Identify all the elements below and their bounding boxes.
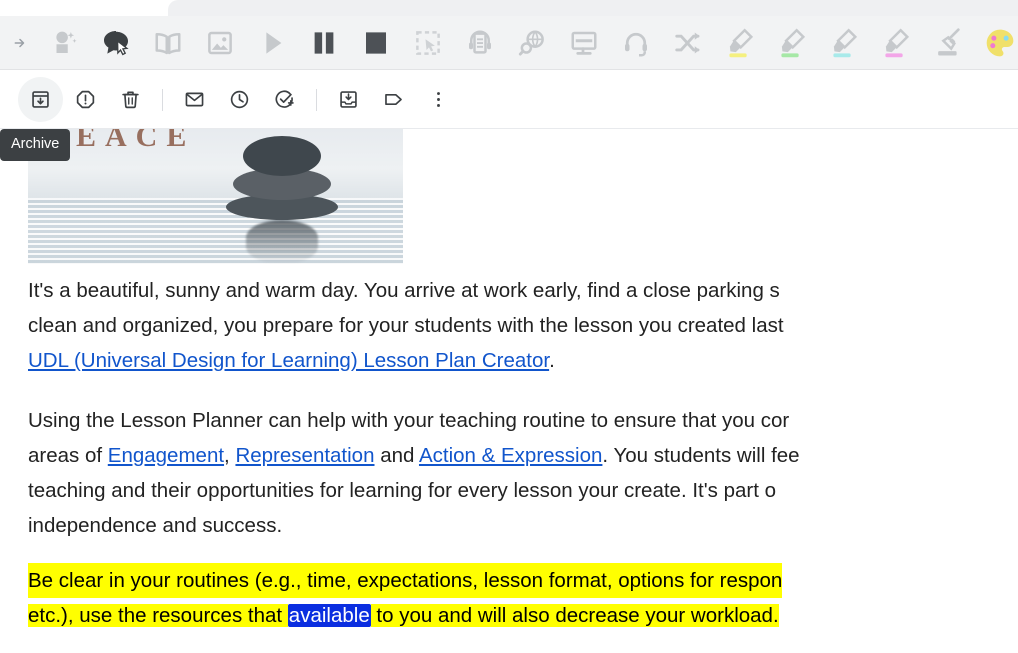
peace-overlay-text: EACE xyxy=(76,129,196,153)
play-icon[interactable] xyxy=(246,18,298,68)
picture-dictionary-icon[interactable] xyxy=(194,18,246,68)
screen-mask-icon[interactable] xyxy=(558,18,610,68)
paragraph-intro: It's a beautiful, sunny and warm day. Yo… xyxy=(28,273,1018,378)
archive-button[interactable] xyxy=(18,77,63,122)
paragraph-lesson-planner: Using the Lesson Planner can help with y… xyxy=(28,403,1018,543)
stop-icon[interactable] xyxy=(350,18,402,68)
paragraph-highlighted-routines: Be clear in your routines (e.g., time, e… xyxy=(28,563,1018,633)
headset-icon[interactable] xyxy=(610,18,662,68)
representation-link[interactable]: Representation xyxy=(235,444,374,467)
shuffle-arrows-icon[interactable] xyxy=(662,18,714,68)
highlighter-pen-icon[interactable] xyxy=(714,18,766,68)
toolbar-separator xyxy=(316,88,317,111)
highlighter-pen-icon[interactable] xyxy=(870,18,922,68)
report-spam-button[interactable] xyxy=(63,77,108,122)
delete-button[interactable] xyxy=(108,77,153,122)
text-line: areas of Engagement, Representation and … xyxy=(28,444,800,467)
text-line: Be clear in your routines (e.g., time, e… xyxy=(28,563,1018,598)
water-ripples xyxy=(28,198,403,264)
yellow-highlight: etc.), use the resources that xyxy=(28,604,288,627)
magic-prediction-icon[interactable] xyxy=(38,18,90,68)
color-palette-icon[interactable] xyxy=(974,18,1018,68)
arrow-right-icon[interactable] xyxy=(2,18,38,68)
move-to-button[interactable] xyxy=(326,77,371,122)
archive-tooltip: Archive xyxy=(0,129,71,161)
yellow-highlight: Be clear in your routines (e.g., time, e… xyxy=(28,563,783,598)
highlighter-pen-icon[interactable] xyxy=(818,18,870,68)
open-book-icon[interactable] xyxy=(142,18,194,68)
page-top-strip xyxy=(0,0,168,16)
text-line: etc.), use the resources that available … xyxy=(28,598,1018,633)
text-line: UDL (Universal Design for Learning) Less… xyxy=(28,343,1018,378)
eraser-brush-icon[interactable] xyxy=(922,18,974,68)
speech-bubble-cursor-icon[interactable] xyxy=(90,18,142,68)
text-line: clean and organized, you prepare for you… xyxy=(28,314,784,337)
engagement-link[interactable]: Engagement xyxy=(108,444,224,467)
zen-stone-top xyxy=(243,136,321,176)
udl-lesson-plan-creator-link[interactable]: UDL (Universal Design for Learning) Less… xyxy=(28,349,549,372)
toolbar-separator xyxy=(162,88,163,111)
text-line: It's a beautiful, sunny and warm day. Yo… xyxy=(28,279,780,302)
message-action-toolbar xyxy=(0,71,1018,129)
highlighter-pen-icon[interactable] xyxy=(766,18,818,68)
message-body: EACE It's a beautiful, sunny and warm da… xyxy=(0,129,1018,653)
selected-word[interactable]: available xyxy=(287,604,371,627)
more-options-button[interactable] xyxy=(416,77,461,122)
labels-button[interactable] xyxy=(371,77,416,122)
text-line: teaching and their opportunities for lea… xyxy=(28,479,777,502)
yellow-highlight: to you and will also decrease your workl… xyxy=(370,604,779,627)
snooze-button[interactable] xyxy=(217,77,262,122)
screenshot-marquee-icon[interactable] xyxy=(402,18,454,68)
read-write-toolbar xyxy=(0,16,1018,70)
globe-magnifier-icon[interactable] xyxy=(506,18,558,68)
document-headphones-icon[interactable] xyxy=(454,18,506,68)
app-root: Archive EACE It's a beautiful, sunny and… xyxy=(0,0,1018,653)
add-to-tasks-button[interactable] xyxy=(262,77,307,122)
text-line: Using the Lesson Planner can help with y… xyxy=(28,409,790,432)
mark-as-unread-button[interactable] xyxy=(172,77,217,122)
action-expression-link[interactable]: Action & Expression xyxy=(419,444,602,467)
text-line: independence and success. xyxy=(28,514,283,537)
period: . xyxy=(549,349,555,372)
stone-reflection xyxy=(246,220,318,264)
zen-stones-peace-banner: EACE xyxy=(28,129,403,264)
pause-icon[interactable] xyxy=(298,18,350,68)
